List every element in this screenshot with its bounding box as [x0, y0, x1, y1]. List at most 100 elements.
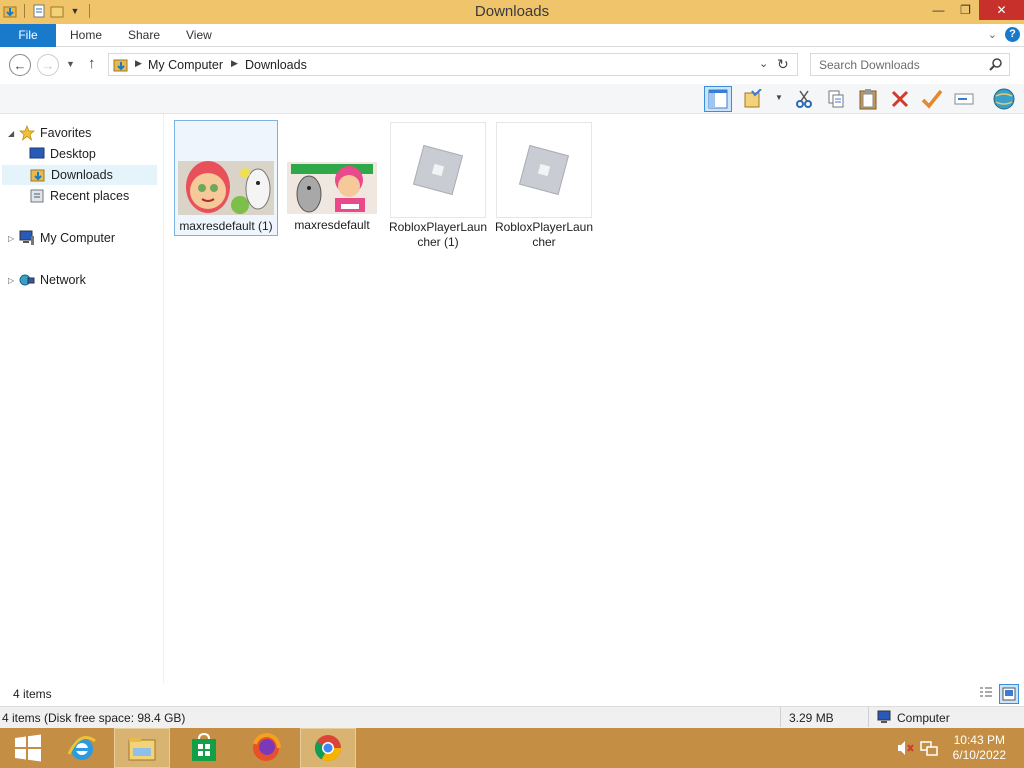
title-bar: ▼ Downloads — ❐ ✕ — [0, 0, 1024, 24]
window-title: Downloads — [474, 3, 550, 20]
store-button[interactable] — [176, 728, 232, 768]
address-bar[interactable]: ▶ My Computer ▶ Downloads ⌄ — [108, 53, 798, 76]
disk-space-text: 4 items (Disk free space: 98.4 GB) — [2, 711, 186, 725]
tab-file[interactable]: File — [0, 24, 56, 47]
nav-network-label: Network — [40, 273, 86, 287]
downloads-folder-icon — [113, 57, 129, 76]
file-item[interactable]: RobloxPlayerLauncher — [492, 120, 596, 250]
taskbar: 10:43 PM 6/10/2022 — [0, 728, 1024, 768]
back-arrow-icon: ← — [13, 57, 27, 73]
expand-ribbon-icon[interactable]: ⌄ — [988, 28, 997, 41]
recent-places-icon — [28, 188, 46, 204]
expanded-arrow-icon[interactable]: ◢ — [8, 129, 18, 138]
downloads-folder-icon — [29, 167, 47, 183]
clock-date: 6/10/2022 — [952, 748, 1006, 762]
cut-icon[interactable] — [790, 86, 818, 112]
computer-icon — [877, 710, 893, 729]
start-icon — [15, 734, 41, 762]
folder-options-icon[interactable] — [740, 86, 768, 112]
nav-favorites[interactable]: ◢ Favorites — [8, 123, 91, 143]
collapsed-arrow-icon[interactable]: ▷ — [8, 276, 18, 285]
system-clock[interactable]: 10:43 PM 6/10/2022 — [953, 733, 1006, 763]
minimize-button[interactable]: — — [925, 0, 952, 20]
search-input[interactable]: Search Downloads — [810, 53, 1010, 76]
roblox-logo-icon — [496, 122, 592, 218]
checkmark-icon[interactable] — [918, 86, 946, 112]
command-toolbar: ▼ — [0, 84, 1024, 114]
divider — [780, 707, 781, 727]
internet-explorer-button[interactable] — [54, 728, 110, 768]
search-placeholder: Search Downloads — [819, 58, 920, 72]
refresh-icon[interactable]: ↻ — [777, 56, 789, 73]
nav-network[interactable]: ▷ Network — [8, 270, 86, 290]
ribbon-tabs: File Home Share View ⌄ ? — [0, 24, 1024, 47]
preview-pane-icon[interactable] — [704, 86, 732, 112]
nav-recent-places[interactable]: Recent places — [28, 186, 129, 206]
image-thumbnail — [287, 162, 377, 214]
roblox-logo-icon — [390, 122, 486, 218]
nav-favorites-label: Favorites — [40, 126, 92, 140]
file-item[interactable]: RobloxPlayerLauncher (1) — [386, 120, 490, 250]
selected-size: 3.29 MB — [789, 711, 834, 725]
start-button[interactable] — [0, 728, 56, 768]
firefox-button[interactable] — [238, 728, 294, 768]
chevron-right-icon[interactable]: ▶ — [135, 58, 142, 69]
item-count: 4 items — [13, 687, 52, 701]
file-explorer-icon — [128, 738, 156, 761]
tab-view[interactable]: View — [186, 28, 212, 42]
file-list: maxresdefault (1) maxresdefault RobloxPl… — [166, 114, 1024, 684]
up-arrow-icon[interactable]: ↑ — [88, 55, 96, 72]
tab-home[interactable]: Home — [70, 28, 102, 42]
address-dropdown-icon[interactable]: ⌄ — [759, 57, 768, 70]
help-icon[interactable]: ? — [1005, 27, 1020, 42]
maximize-button[interactable]: ❐ — [952, 0, 979, 20]
breadcrumb-my-computer[interactable]: My Computer — [148, 58, 223, 72]
file-name: RobloxPlayerLauncher (1) — [388, 220, 488, 249]
forward-button[interactable]: → — [37, 54, 59, 76]
internet-explorer-icon — [67, 736, 96, 760]
breadcrumb-downloads[interactable]: Downloads — [245, 58, 307, 72]
back-button[interactable]: ← — [9, 54, 31, 76]
nav-my-computer[interactable]: ▷ My Computer — [8, 228, 115, 248]
search-icon[interactable] — [989, 57, 1003, 74]
tab-share[interactable]: Share — [128, 28, 160, 42]
recent-locations-dropdown-icon[interactable]: ▼ — [66, 59, 75, 69]
close-button[interactable]: ✕ — [979, 0, 1024, 20]
rename-icon[interactable] — [950, 86, 978, 112]
copy-icon[interactable] — [822, 86, 850, 112]
clock-time: 10:43 PM — [953, 733, 1005, 747]
star-icon — [18, 125, 36, 141]
nav-desktop[interactable]: Desktop — [28, 144, 96, 164]
delete-icon[interactable] — [886, 86, 914, 112]
store-icon — [192, 733, 216, 761]
nav-my-computer-label: My Computer — [40, 231, 116, 245]
file-explorer-button[interactable] — [114, 728, 170, 768]
navigation-pane: ◢ Favorites Desktop Downloads Recent pla… — [0, 114, 164, 684]
nav-recent-places-label: Recent places — [50, 189, 130, 203]
divider — [868, 707, 869, 727]
chrome-icon — [314, 735, 342, 762]
location-label: Computer — [897, 711, 950, 725]
collapsed-arrow-icon[interactable]: ▷ — [8, 234, 18, 243]
file-item[interactable]: maxresdefault (1) — [174, 120, 278, 236]
details-view-icon[interactable] — [978, 685, 994, 704]
forward-arrow-icon: → — [41, 57, 55, 73]
nav-desktop-label: Desktop — [50, 147, 96, 161]
paste-icon[interactable] — [854, 86, 882, 112]
details-bar: 4 items (Disk free space: 98.4 GB) 3.29 … — [0, 706, 1024, 728]
network-status-icon[interactable] — [920, 740, 938, 759]
chevron-down-icon[interactable]: ▼ — [775, 93, 783, 102]
chrome-button[interactable] — [300, 728, 356, 768]
large-icons-view-icon[interactable] — [999, 684, 1019, 704]
file-name: maxresdefault (1) — [179, 219, 273, 233]
firefox-icon — [253, 732, 281, 761]
nav-downloads[interactable]: Downloads — [2, 165, 157, 185]
status-bar: 4 items — [0, 684, 1024, 706]
file-name: maxresdefault — [294, 218, 370, 232]
file-item[interactable]: maxresdefault — [280, 120, 384, 236]
computer-icon — [18, 230, 36, 246]
globe-icon[interactable] — [990, 86, 1018, 112]
chevron-right-icon[interactable]: ▶ — [231, 58, 238, 69]
volume-muted-icon[interactable] — [896, 740, 914, 759]
file-name: RobloxPlayerLauncher — [494, 220, 594, 249]
